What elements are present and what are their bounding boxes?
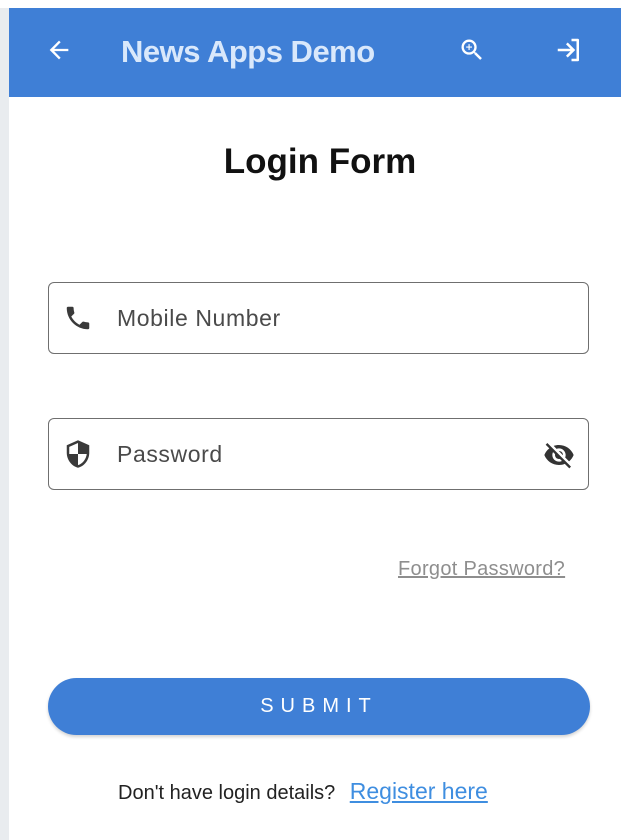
window-edge	[0, 0, 9, 840]
arrow-left-icon	[45, 36, 73, 69]
register-link[interactable]: Register here	[350, 778, 488, 804]
login-button[interactable]	[541, 8, 597, 97]
eye-off-icon[interactable]	[542, 439, 576, 471]
app-frame: News Apps Demo Login Form Mobile Number …	[0, 0, 621, 840]
mobile-number-field[interactable]	[48, 282, 589, 354]
register-prompt: Don't have login details?	[118, 782, 336, 804]
app-title: News Apps Demo	[121, 34, 375, 69]
password-field[interactable]	[48, 418, 589, 490]
zoom-in-button[interactable]	[444, 8, 500, 97]
form-title: Login Form	[223, 142, 417, 181]
window-top-edge	[0, 0, 621, 8]
submit-button[interactable]: SUBMIT	[48, 678, 590, 735]
back-button[interactable]	[31, 8, 87, 97]
register-row: Don't have login details? Register here	[118, 778, 488, 805]
mobile-number-input[interactable]	[117, 283, 517, 353]
forgot-password-link[interactable]: Forgot Password?	[398, 558, 565, 581]
zoom-in-icon	[458, 36, 486, 69]
password-input[interactable]	[117, 419, 517, 489]
shield-icon	[63, 439, 93, 469]
app-bar: News Apps Demo	[9, 8, 621, 97]
login-icon	[554, 35, 584, 70]
phone-icon	[63, 303, 93, 333]
